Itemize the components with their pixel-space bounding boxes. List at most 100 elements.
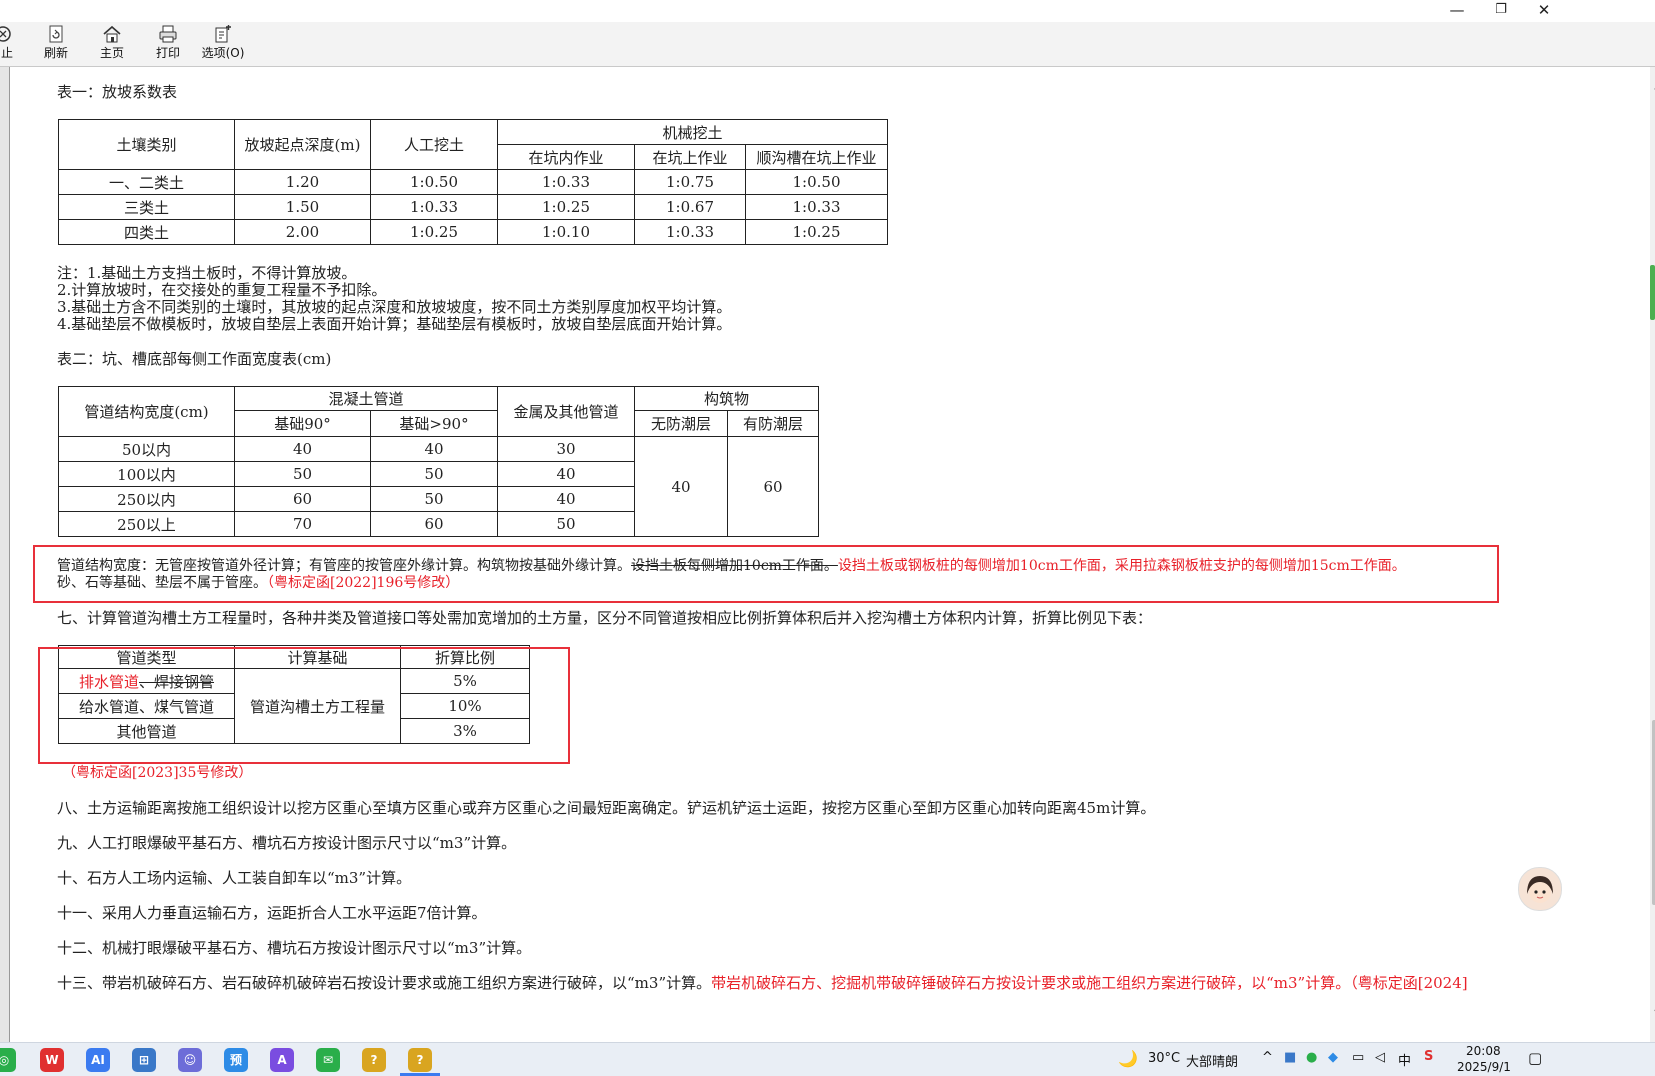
header-concrete-pipe: 混凝土管道 — [234, 386, 498, 411]
pipe-width-paragraph-line1: 管道结构宽度：无管座按管道外径计算；有管座的按管座外缘计算。构筑物按基础外缘计算… — [57, 557, 1406, 575]
table-cell-no-damp: 40 — [634, 436, 728, 537]
options-icon — [215, 25, 231, 43]
slope-coefficient-table: 土壤类别 放坡起点深度(m) 人工挖土 机械挖土 在坑内作业 在坑上作业 顺沟槽… — [58, 119, 888, 245]
header-soil: 土壤类别 — [58, 119, 235, 170]
table-cell: 60 — [370, 511, 498, 537]
item-11: 十一、采用人力垂直运输石方，运距折合人工水平运距7倍计算。 — [57, 904, 487, 922]
taskbar-app-4[interactable]: 预 — [224, 1048, 248, 1072]
pipe-width-text: 管道结构宽度：无管座按管道外径计算；有管座的按管座外缘计算。构筑物按基础外缘计算… — [57, 558, 631, 574]
tray-expand-icon[interactable]: ^ — [1262, 1050, 1273, 1065]
item-8: 八、土方运输距离按施工组织设计以挖方区重心至填方区重心或弃方区重心之间最短距离确… — [57, 799, 1156, 817]
pipe-width-paragraph-line2: 砂、石等基础、垫层不属于管座。（粤标定函[2022]196号修改） — [57, 574, 459, 592]
taskbar-app-2[interactable]: ⊞ — [132, 1048, 156, 1072]
sogou-icon[interactable]: S — [1424, 1049, 1433, 1064]
header-pipe-width: 管道结构宽度(cm) — [58, 386, 235, 437]
taskbar-app-1[interactable]: AI — [86, 1048, 110, 1072]
table-cell: 50 — [370, 461, 498, 487]
table3-revision-note: （粤标定函[2023]35号修改） — [62, 765, 253, 781]
notification-icon[interactable]: ▢ — [1528, 1049, 1542, 1067]
table-row: 三类土 1.50 1:0.33 1:0.25 1:0.67 1:0.33 — [58, 194, 888, 220]
print-label: 打印 — [155, 46, 180, 60]
options-button[interactable]: 选项(O) — [200, 22, 246, 66]
home-icon — [103, 25, 121, 43]
table-cell: 30 — [497, 436, 635, 462]
table-cell: 1:0.10 — [497, 219, 635, 245]
taskbar-app-8[interactable]: ? — [408, 1048, 432, 1072]
table-cell: 100以内 — [58, 461, 235, 487]
deleted-text: 设挡土板每侧增加10cm工作面。 — [631, 558, 838, 574]
header-no-damp: 无防潮层 — [634, 410, 728, 437]
item-13: 十三、带岩机破碎石方、岩石破碎机破碎岩石按设计要求或施工组织方案进行破碎，以“m… — [57, 974, 1468, 992]
table2-title: 表二：坑、槽底部每侧工作面宽度表(cm) — [57, 350, 332, 368]
print-button[interactable]: 打印 — [150, 22, 186, 66]
taskbar-app-0[interactable]: W — [40, 1048, 64, 1072]
header-along: 顺沟槽在坑上作业 — [745, 144, 888, 170]
volume-icon[interactable]: ◁ — [1375, 1050, 1385, 1065]
table-cell: 250以内 — [58, 486, 235, 512]
refresh-icon — [49, 25, 63, 43]
pipe-width-text-2: 砂、石等基础、垫层不属于管座。 — [57, 575, 267, 591]
table-cell: 三类土 — [58, 194, 235, 220]
table-row: 50以内 40 40 30 40 60 — [58, 436, 819, 537]
clock-time[interactable]: 20:08 — [1466, 1044, 1501, 1058]
start-app-icon[interactable]: ◎ — [0, 1048, 16, 1072]
note-2: 2.计算放坡时，在交接处的重复工程量不予扣除。 — [57, 281, 387, 299]
table-cell: 1:0.67 — [634, 194, 746, 220]
ime-indicator[interactable]: 中 — [1398, 1050, 1411, 1069]
network-icon[interactable]: ▭ — [1352, 1050, 1364, 1065]
stop-button[interactable]: 止 — [0, 22, 14, 66]
weather-temp[interactable]: 30°C — [1148, 1051, 1180, 1066]
table-cell: 1:0.50 — [745, 169, 888, 195]
tray-shield-icon[interactable]: ◆ — [1328, 1050, 1338, 1065]
work-surface-width-table: 管道结构宽度(cm) 混凝土管道 金属及其他管道 构筑物 基础90° 基础>90… — [58, 386, 819, 537]
table-cell: 50 — [370, 486, 498, 512]
weather-text[interactable]: 大部晴朗 — [1186, 1051, 1238, 1070]
header-base-90: 基础90° — [234, 410, 371, 437]
table-cell: 70 — [234, 511, 371, 537]
document-view: 表一：放坡系数表 土壤类别 放坡起点深度(m) 人工挖土 机械挖土 在坑内作业 … — [10, 67, 1650, 1042]
header-in-pit: 在坑内作业 — [497, 144, 635, 170]
tray-wechat-icon[interactable]: ● — [1306, 1050, 1317, 1065]
note-1: 注：1.基础土方支挡土板时，不得计算放坡。 — [57, 264, 357, 282]
restore-button[interactable]: ❐ — [1481, 0, 1521, 22]
table1-title: 表一：放坡系数表 — [57, 83, 178, 101]
side-handle[interactable] — [1650, 265, 1655, 320]
title-bar: — ❐ ✕ — [0, 0, 1655, 22]
item-10: 十、石方人工场内运输、人工装自卸车以“m3”计算。 — [57, 869, 412, 887]
assistant-avatar[interactable] — [1518, 867, 1562, 911]
table-cell: 1:0.25 — [745, 219, 888, 245]
minimize-button[interactable]: — — [1437, 0, 1477, 22]
table-cell: 40 — [497, 461, 635, 487]
weather-icon[interactable]: 🌙 — [1118, 1049, 1138, 1068]
table-cell-damp: 60 — [727, 436, 819, 537]
refresh-button[interactable]: 刷新 — [38, 22, 74, 66]
revised-text: 设挡土板或钢板桩的每侧增加10cm工作面，采用拉森钢板桩支护的每侧增加15cm工… — [837, 558, 1406, 574]
taskbar-app-5[interactable]: A — [270, 1048, 294, 1072]
taskbar-app-6[interactable]: ✉ — [316, 1048, 340, 1072]
stop-label: 止 — [0, 46, 13, 60]
table-cell: 50 — [234, 461, 371, 487]
table-cell: 50 — [497, 511, 635, 537]
item-7: 七、计算管道沟槽土方工程量时，各种井类及管道接口等处需加宽增加的土方量，区分不同… — [57, 609, 1153, 627]
header-damp: 有防潮层 — [727, 410, 819, 437]
revision-note: （粤标定函[2022]196号修改） — [267, 575, 460, 591]
close-button[interactable]: ✕ — [1524, 0, 1564, 22]
table-cell: 40 — [370, 436, 498, 462]
table-cell: 40 — [497, 486, 635, 512]
table-cell: 1:0.33 — [370, 194, 498, 220]
table-cell: 1:0.33 — [634, 219, 746, 245]
clock-date[interactable]: 2025/9/1 — [1457, 1060, 1511, 1074]
table-cell: 一、二类土 — [58, 169, 235, 195]
note-3: 3.基础土方含不同类别的土壤时，其放坡的起点深度和放坡坡度，按不同土方类别厚度加… — [57, 298, 732, 316]
header-machine: 机械挖土 — [497, 119, 888, 145]
header-structure: 构筑物 — [634, 386, 819, 411]
table-cell: 50以内 — [58, 436, 235, 462]
home-button[interactable]: 主页 — [94, 22, 130, 66]
options-label: 选项(O) — [201, 46, 245, 60]
taskbar-app-7[interactable]: ? — [362, 1048, 386, 1072]
taskbar-app-3[interactable]: ☺ — [178, 1048, 202, 1072]
table-cell: 1.20 — [234, 169, 371, 195]
table-cell: 四类土 — [58, 219, 235, 245]
tray-app-icon[interactable]: ■ — [1284, 1050, 1296, 1065]
item-13-text: 十三、带岩机破碎石方、岩石破碎机破碎岩石按设计要求或施工组织方案进行破碎，以“m… — [57, 974, 712, 992]
